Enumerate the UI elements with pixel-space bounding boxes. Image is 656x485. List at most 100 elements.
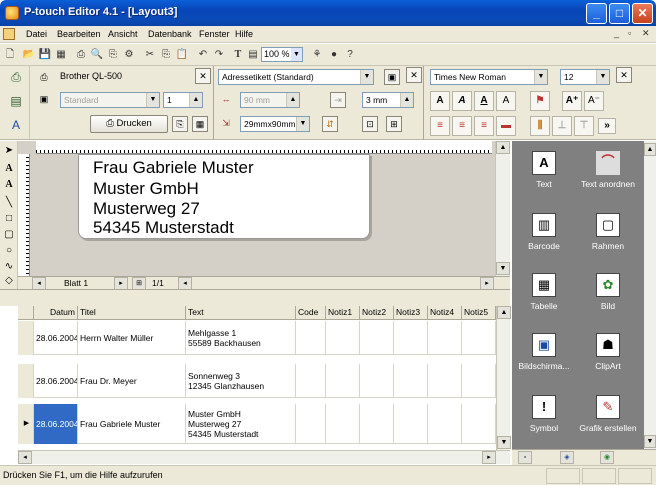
cell-notiz3[interactable]	[394, 404, 428, 444]
font-panel-close-button[interactable]: ✕	[616, 67, 632, 83]
text-down-button[interactable]: ⊤	[574, 116, 594, 136]
document-icon[interactable]	[3, 28, 15, 40]
table-row[interactable]: 28.06.2004 Frau Dr. Meyer Sonnenweg 3 12…	[18, 364, 496, 398]
bold-button[interactable]: A	[430, 91, 450, 111]
line-icon[interactable]: ╲	[2, 197, 16, 209]
col-text[interactable]: Text	[186, 306, 296, 320]
label-settings-button[interactable]: ▣	[384, 69, 400, 85]
col-notiz2[interactable]: Notiz2	[360, 306, 394, 320]
settings-icon[interactable]: ⚙	[122, 48, 136, 62]
grow-font-button[interactable]: A⁺	[562, 91, 582, 111]
table-row[interactable]: 28.06.2004 Herrn Walter Müller Mehlgasse…	[18, 321, 496, 355]
cell-code[interactable]	[296, 404, 326, 444]
polygon-icon[interactable]: ◇	[2, 275, 16, 287]
new-icon[interactable]: 🗋	[3, 48, 17, 62]
cell-text[interactable]: Mehlgasse 1 55589 Backhausen	[186, 321, 296, 355]
tab-objects-icon[interactable]: ▫	[518, 451, 532, 464]
maximize-button[interactable]: □	[609, 3, 630, 24]
open-icon[interactable]: 📂	[22, 48, 36, 62]
printer-panel-close-button[interactable]: ✕	[195, 68, 211, 84]
auto-size-button[interactable]: ⊞	[386, 116, 402, 132]
text-panel-icon[interactable]: A	[8, 118, 24, 134]
row-selector[interactable]	[18, 321, 34, 355]
page-panel-close-button[interactable]: ✕	[406, 67, 422, 83]
cell-notiz1[interactable]	[326, 364, 360, 398]
col-notiz4[interactable]: Notiz4	[428, 306, 462, 320]
preview-icon[interactable]: 🔍	[90, 48, 104, 62]
size-select[interactable]: 29mmx90mm ▼	[240, 116, 310, 132]
undo-icon[interactable]: ↶	[196, 48, 210, 62]
redo-icon[interactable]: ↷	[212, 48, 226, 62]
menu-bearbeiten[interactable]: Bearbeiten	[57, 29, 101, 39]
ellipse-icon[interactable]: ○	[2, 245, 16, 257]
width-field[interactable]: 90 mm ▲	[240, 92, 300, 108]
object-panel-scrollbar[interactable]: ▲ ▼	[644, 141, 656, 449]
freehand-icon[interactable]: ∿	[2, 261, 16, 273]
cell-notiz4[interactable]	[428, 404, 462, 444]
font-size-select[interactable]: 12 ▼	[560, 69, 610, 85]
scroll-down-icon[interactable]: ▼	[496, 262, 510, 275]
tab-properties-icon[interactable]: ◉	[600, 451, 614, 464]
object-create-graphic[interactable]: ✎ Grafik erstellen	[576, 391, 640, 449]
table-hscrollbar[interactable]: ◂ ▸	[18, 450, 510, 464]
cell-notiz5[interactable]	[462, 364, 496, 398]
outline-button[interactable]: A	[496, 91, 516, 111]
cell-datum[interactable]: 28.06.2004	[34, 404, 78, 444]
orientation-button[interactable]: ⇵	[322, 116, 338, 132]
text-tool-icon[interactable]: A	[2, 163, 16, 175]
align-justify-button[interactable]: ▬	[496, 116, 516, 136]
col-notiz5[interactable]: Notiz5	[462, 306, 496, 320]
label-line-3[interactable]: Musterweg 27	[93, 199, 200, 219]
rectangle-icon[interactable]: □	[2, 213, 16, 225]
current-row-icon[interactable]: ▶	[18, 404, 34, 444]
paste-icon[interactable]: 📋	[175, 48, 189, 62]
col-datum[interactable]: Datum	[34, 306, 78, 320]
effects-button[interactable]: ⚑	[530, 91, 550, 111]
tab-layout-icon[interactable]: ◈	[560, 451, 574, 464]
cell-notiz4[interactable]	[428, 321, 462, 355]
editor-scrollbar[interactable]: ▲ ▼	[495, 141, 510, 276]
col-notiz1[interactable]: Notiz1	[326, 306, 360, 320]
grid-icon[interactable]: ▤	[246, 48, 260, 62]
cell-notiz5[interactable]	[462, 404, 496, 444]
more-options-button[interactable]: »	[598, 118, 616, 134]
text-up-button[interactable]: ⊥	[552, 116, 572, 136]
database-icon[interactable]: ▦	[54, 48, 68, 62]
shrink-font-button[interactable]: A⁻	[584, 91, 604, 111]
cell-titel[interactable]: Frau Gabriele Muster	[78, 404, 186, 444]
cell-notiz1[interactable]	[326, 404, 360, 444]
cell-notiz3[interactable]	[394, 364, 428, 398]
cell-notiz1[interactable]	[326, 321, 360, 355]
vertical-text-button[interactable]: ⫼	[530, 116, 550, 136]
mode-select[interactable]: Standard ▼	[60, 92, 160, 108]
row-selector[interactable]	[18, 364, 34, 398]
fit-button[interactable]: ⊡	[362, 116, 378, 132]
splitter[interactable]	[0, 289, 510, 306]
cell-notiz2[interactable]	[360, 364, 394, 398]
cell-notiz5[interactable]	[462, 321, 496, 355]
object-screenshot[interactable]: ▣ Bildschirma...	[512, 329, 576, 387]
rounded-rect-icon[interactable]: ▢	[2, 229, 16, 241]
cell-notiz4[interactable]	[428, 364, 462, 398]
cell-titel[interactable]: Frau Dr. Meyer	[78, 364, 186, 398]
printer-panel-icon[interactable]: ⎙	[8, 70, 24, 86]
sheet-tab[interactable]: Blatt 1	[64, 278, 88, 288]
save-icon[interactable]: 💾	[38, 48, 52, 62]
cell-datum[interactable]: 28.06.2004	[34, 321, 78, 355]
object-symbol[interactable]: ! Symbol	[512, 391, 576, 449]
col-notiz3[interactable]: Notiz3	[394, 306, 428, 320]
select-arrow-icon[interactable]: ➤	[2, 145, 16, 157]
cut-icon[interactable]: ✂	[143, 48, 157, 62]
col-titel[interactable]: Titel	[78, 306, 186, 320]
scroll-left-icon[interactable]: ◂	[18, 451, 32, 464]
print-preview-button[interactable]: ▦	[192, 116, 208, 132]
zoom-select[interactable]: 100 % ▼	[261, 47, 303, 62]
italic-button[interactable]: A	[452, 91, 472, 111]
cell-notiz3[interactable]	[394, 321, 428, 355]
label-line-1[interactable]: Frau Gabriele Muster	[93, 158, 254, 178]
cell-datum[interactable]: 28.06.2004	[34, 364, 78, 398]
scroll-up-icon[interactable]: ▲	[644, 143, 656, 156]
doc-close-button[interactable]: ✕	[642, 28, 650, 39]
object-frame[interactable]: ▢ Rahmen	[576, 209, 640, 267]
menu-datei[interactable]: Datei	[26, 29, 47, 39]
